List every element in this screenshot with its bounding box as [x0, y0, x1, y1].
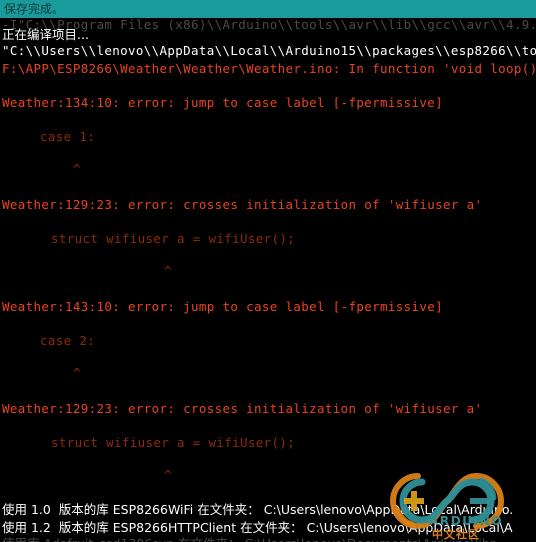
status-bar-text: 保存完成。	[4, 1, 65, 16]
line-error-143: Weather:143:10: error: jump to case labe…	[2, 299, 444, 314]
line-lib-clipped: 使用库 Adafruit_ssd1306syp 在文件夹： C:\Users\l…	[2, 537, 495, 542]
console-output[interactable]: -I"C:\\Program Files (x86)\\Arduino\\too…	[0, 0, 536, 542]
line-toolchain-path: "C:\\Users\\lenovo\\AppData\\Local\\Ardu…	[2, 43, 536, 58]
line-case-2: case 2:	[40, 333, 96, 348]
arduino-console-window: -I"C:\\Program Files (x86)\\Arduino\\too…	[0, 0, 536, 542]
line-caret-3: ^	[73, 365, 81, 380]
line-struct-a: struct wifiuser a = wifiUser();	[51, 231, 296, 246]
line-lib-httpclient: 使用 1.2 版本的库 ESP8266HTTPClient 在文件夹： C:\U…	[2, 520, 513, 535]
line-error-134: Weather:134:10: error: jump to case labe…	[2, 95, 444, 110]
line-compiling: 正在编译项目...	[2, 27, 89, 42]
status-bar[interactable]: 保存完成。	[0, 0, 536, 18]
line-lib-wifi: 使用 1.0 版本的库 ESP8266WiFi 在文件夹： C:\Users\l…	[2, 502, 514, 517]
line-sketch-function: F:\APP\ESP8266\Weather\Weather\Weather.i…	[2, 61, 536, 76]
line-caret-2: ^	[164, 263, 172, 278]
line-case-1: case 1:	[40, 129, 96, 144]
line-error-129-a: Weather:129:23: error: crosses initializ…	[2, 197, 483, 212]
line-caret-1: ^	[73, 161, 81, 176]
line-struct-b: struct wifiuser a = wifiUser();	[51, 435, 296, 450]
line-error-129-b: Weather:129:23: error: crosses initializ…	[2, 401, 483, 416]
line-caret-4: ^	[164, 467, 172, 482]
